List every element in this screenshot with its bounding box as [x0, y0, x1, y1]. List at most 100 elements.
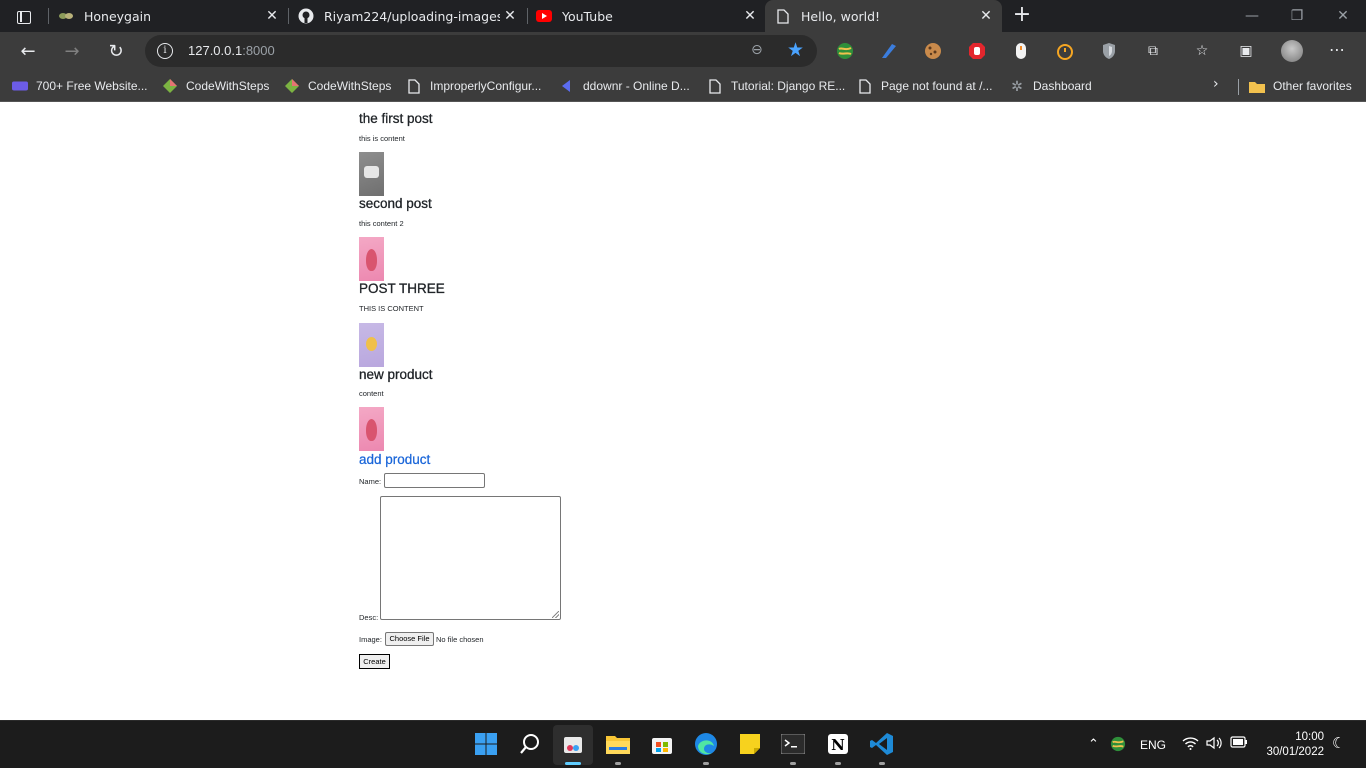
- tray-globe-icon[interactable]: [1110, 736, 1126, 755]
- clock-time: 10:00: [1295, 731, 1324, 743]
- browser-toolbar: ← → ↻ i 127.0.0.1:8000 ⊖ ★ ⧉ ☆ ▣ ⋯: [0, 32, 1366, 70]
- notion-icon[interactable]: N: [825, 731, 851, 757]
- bookmark-item[interactable]: ddownr - Online D...: [559, 76, 690, 96]
- tab-actions-button[interactable]: [10, 6, 38, 28]
- extension-pen-icon[interactable]: [879, 41, 899, 61]
- restore-button[interactable]: ❐: [1274, 0, 1320, 32]
- page-icon: [857, 78, 873, 94]
- tab-separator: [288, 8, 289, 24]
- bookmark-item[interactable]: 700+ Free Website...: [12, 76, 148, 96]
- diamond-icon: [162, 78, 178, 94]
- tab-title: Riyam224/uploading-images-for: [324, 8, 500, 24]
- desc-label: Desc:: [359, 613, 379, 622]
- language-indicator[interactable]: ENG: [1140, 738, 1166, 752]
- bookmark-item[interactable]: CodeWithSteps: [284, 76, 391, 96]
- extension-timer-icon[interactable]: [1055, 41, 1075, 61]
- back-button[interactable]: ←: [14, 37, 42, 65]
- volume-icon[interactable]: [1206, 736, 1222, 753]
- forward-button[interactable]: →: [58, 37, 86, 65]
- name-input[interactable]: [384, 473, 485, 488]
- moon-icon[interactable]: ☾: [1332, 734, 1345, 752]
- other-favorites-label: Other favorites: [1273, 79, 1352, 93]
- post-content: this content 2: [359, 219, 404, 228]
- desc-textarea[interactable]: [380, 496, 561, 620]
- zoom-out-icon[interactable]: ⊖: [751, 42, 763, 58]
- tab-actions-icon: [17, 10, 31, 24]
- bookmark-item[interactable]: CodeWithSteps: [162, 76, 269, 96]
- running-app-indicator: [879, 762, 885, 765]
- wifi-icon[interactable]: [1182, 736, 1199, 753]
- url-text[interactable]: 127.0.0.1:8000: [188, 43, 275, 58]
- bookmark-item[interactable]: Tutorial: Django RE...: [707, 76, 845, 96]
- gear-icon: ✲: [1011, 77, 1023, 94]
- close-icon[interactable]: ✕: [740, 8, 760, 24]
- close-icon[interactable]: ✕: [262, 8, 282, 24]
- terminal-icon[interactable]: [780, 731, 806, 757]
- collections-icon[interactable]: ▣: [1236, 41, 1256, 61]
- bookmark-item[interactable]: Page not found at /...: [857, 76, 992, 96]
- youtube-icon: [536, 8, 552, 24]
- close-icon[interactable]: ✕: [976, 8, 996, 24]
- bookmark-label: 700+ Free Website...: [36, 79, 148, 93]
- microsoft-store-icon[interactable]: [649, 731, 675, 757]
- post-content: THIS IS CONTENT: [359, 304, 424, 313]
- sticky-notes-icon[interactable]: [737, 731, 763, 757]
- post-image: [359, 323, 384, 367]
- address-bar[interactable]: i 127.0.0.1:8000 ⊖ ★: [145, 35, 817, 67]
- favorite-star-icon[interactable]: ★: [787, 39, 804, 61]
- new-tab-button[interactable]: +: [1010, 4, 1034, 28]
- post-title: second post: [359, 196, 432, 211]
- extension-cookie-icon[interactable]: [923, 41, 943, 61]
- running-app-indicator: [835, 762, 841, 765]
- tab-separator: [48, 8, 49, 24]
- name-label: Name:: [359, 477, 382, 486]
- bookmark-label: Tutorial: Django RE...: [731, 79, 846, 93]
- github-icon: [298, 8, 314, 24]
- tab-title: Honeygain: [84, 8, 152, 24]
- chevron-right-icon[interactable]: ›: [1213, 76, 1219, 92]
- choose-file-button[interactable]: Choose File: [385, 632, 434, 646]
- vscode-icon[interactable]: [869, 731, 895, 757]
- bookmark-label: CodeWithSteps: [308, 79, 392, 93]
- add-product-heading: add product: [359, 452, 431, 467]
- chevron-up-icon[interactable]: ⌃: [1088, 736, 1099, 752]
- bookmark-item[interactable]: ✲ Dashboard: [1009, 76, 1092, 96]
- file-explorer-icon[interactable]: [605, 731, 631, 757]
- post-content: content: [359, 389, 384, 398]
- close-icon[interactable]: ✕: [500, 8, 520, 24]
- svg-text:N: N: [831, 736, 845, 754]
- tab-hello-world[interactable]: Hello, world! ✕: [765, 0, 1002, 32]
- extension-adblock-icon[interactable]: [967, 41, 987, 61]
- tab-youtube[interactable]: YouTube ✕: [536, 0, 760, 32]
- edge-browser-icon[interactable]: [693, 731, 719, 757]
- snipping-tool-icon[interactable]: [553, 725, 593, 765]
- extension-shield-icon[interactable]: [1099, 41, 1119, 61]
- site-info-icon[interactable]: i: [157, 43, 173, 59]
- clock[interactable]: 10:00 30/01/2022: [1262, 730, 1324, 760]
- running-app-indicator: [703, 762, 709, 765]
- page-icon: [406, 78, 422, 94]
- profile-avatar[interactable]: [1281, 40, 1303, 62]
- bookmark-label: Page not found at /...: [881, 79, 993, 93]
- extensions-puzzle-icon[interactable]: ⧉: [1143, 41, 1163, 61]
- post-title: new product: [359, 367, 433, 382]
- extension-globe-icon[interactable]: [835, 41, 855, 61]
- page-icon: [775, 8, 791, 24]
- taskbar: N ⌃ ENG 10:00 30/01/2022 ☾: [0, 720, 1366, 768]
- bookmark-item[interactable]: ImproperlyConfigur...: [406, 76, 541, 96]
- start-windows-icon[interactable]: [473, 731, 499, 757]
- minimize-button[interactable]: —: [1229, 0, 1275, 32]
- settings-more-icon[interactable]: ⋯: [1326, 40, 1348, 62]
- search-icon[interactable]: [517, 731, 543, 757]
- tab-honeygain[interactable]: Honeygain ✕: [58, 0, 282, 32]
- favorites-icon[interactable]: ☆: [1192, 41, 1212, 61]
- post-content: this is content: [359, 134, 405, 143]
- other-favorites[interactable]: Other favorites: [1249, 76, 1352, 96]
- tab-github[interactable]: Riyam224/uploading-images-for ✕: [298, 0, 520, 32]
- extension-mouse-icon[interactable]: [1011, 41, 1031, 61]
- refresh-button[interactable]: ↻: [102, 37, 130, 65]
- running-app-indicator: [790, 762, 796, 765]
- close-window-button[interactable]: ✕: [1320, 0, 1366, 32]
- battery-icon[interactable]: [1230, 736, 1248, 751]
- create-button[interactable]: Create: [359, 654, 390, 669]
